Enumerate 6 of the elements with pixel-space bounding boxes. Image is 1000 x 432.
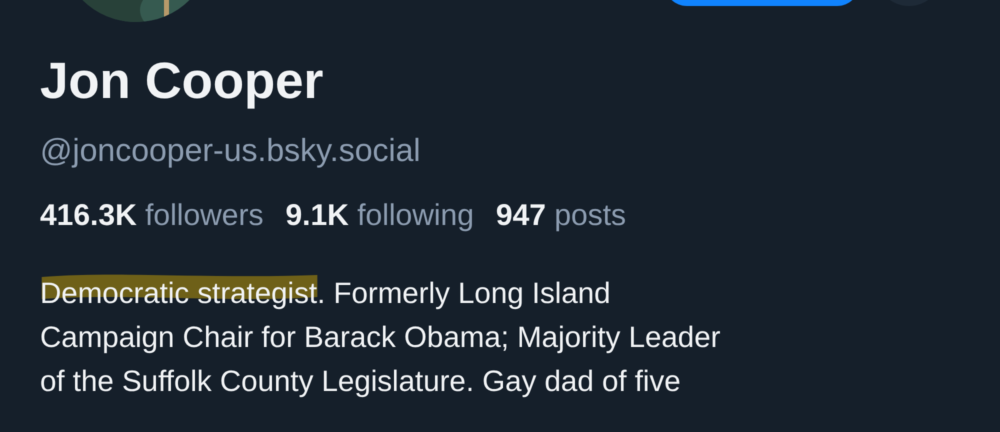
profile-stat[interactable]: 947 posts — [496, 196, 626, 236]
profile-bio: Democratic strategist. Formerly Long Island Campaign Chair for Barack Obama; Majority Leader of the Suffolk County Legislature. Gay dad of five — [40, 272, 1000, 404]
user-handle: @joncooper-us.bsky.social — [40, 131, 422, 170]
profile-stat[interactable]: 9.1K following — [285, 196, 474, 236]
profile-stat[interactable]: 416.3K followers — [40, 196, 264, 236]
display-name: Jon Cooper — [40, 52, 324, 110]
